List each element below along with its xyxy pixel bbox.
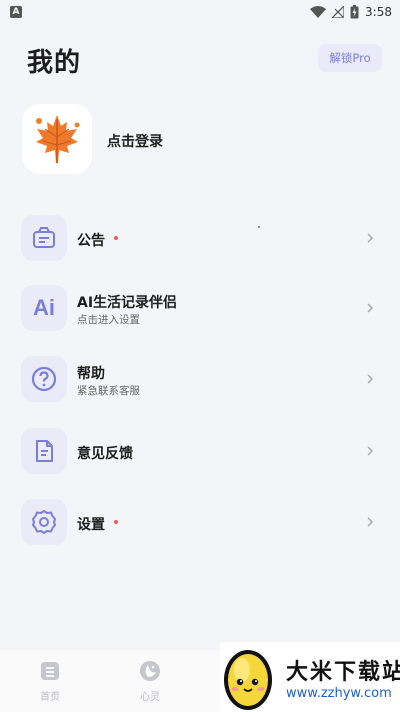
menu-title-announcement: 公告: [77, 233, 105, 249]
ai-icon-box: Ai: [21, 285, 67, 331]
menu-item-settings[interactable]: 设置: [0, 492, 400, 552]
menu-item-ai-companion[interactable]: Ai AI生活记录伴侣 点击进入设置: [0, 278, 400, 338]
menu-title-settings: 设置: [77, 517, 105, 533]
menu-item-announcement[interactable]: 公告: [0, 208, 400, 268]
menu-item-help[interactable]: 帮助 紧急联系客服: [0, 349, 400, 409]
status-time: 3:58: [365, 5, 392, 19]
chevron-right-icon: [367, 303, 374, 313]
unlock-pro-button[interactable]: 解锁Pro: [318, 44, 382, 72]
ai-icon: Ai: [33, 295, 55, 320]
chevron-right-icon: [367, 517, 374, 527]
chevron-right-icon: [367, 233, 374, 243]
feedback-icon-box: [21, 428, 67, 474]
chevron-right-icon: [367, 446, 374, 456]
tab-home[interactable]: 首页: [10, 650, 90, 712]
announcement-icon: [33, 227, 55, 248]
announcement-icon-box: [21, 215, 67, 261]
watermark-url: www.zzhyw.com: [286, 686, 392, 701]
help-icon-box: [21, 356, 67, 402]
avatar[interactable]: [22, 104, 92, 174]
feedback-icon: [36, 440, 53, 462]
moon-star-icon: [140, 661, 160, 681]
settings-icon-box: [21, 499, 67, 545]
login-link[interactable]: 点击登录: [107, 131, 163, 151]
page-title: 我的: [27, 48, 82, 78]
tab-soul[interactable]: 心灵: [110, 650, 190, 712]
announcement-badge: [114, 236, 118, 240]
wifi-icon: [310, 6, 327, 18]
help-icon: [31, 366, 57, 392]
watermark: 大米下载站 www.zzhyw.com: [220, 642, 400, 712]
battery-charging-icon: [350, 5, 359, 19]
settings-icon: [32, 510, 56, 534]
menu-subtitle-ai-companion: 点击进入设置: [77, 314, 140, 326]
menu-title-ai-companion: AI生活记录伴侣: [77, 295, 178, 311]
menu-item-feedback[interactable]: 意见反馈: [0, 421, 400, 481]
chevron-right-icon: [367, 374, 374, 384]
tab-soul-label: 心灵: [140, 692, 160, 703]
app-a-icon: A: [10, 6, 22, 18]
signal-off-icon: [332, 6, 345, 18]
tab-home-label: 首页: [40, 692, 60, 703]
menu-title-help: 帮助: [77, 366, 105, 382]
maple-leaf-icon: [36, 115, 80, 163]
home-doc-icon: [41, 662, 59, 680]
menu-title-feedback: 意见反馈: [77, 446, 133, 462]
status-bar: A 3:58: [0, 0, 400, 24]
menu-subtitle-help: 紧急联系客服: [77, 385, 140, 397]
settings-badge: [114, 520, 118, 524]
rice-mascot-icon: [224, 650, 272, 710]
watermark-title: 大米下载站: [286, 660, 400, 685]
